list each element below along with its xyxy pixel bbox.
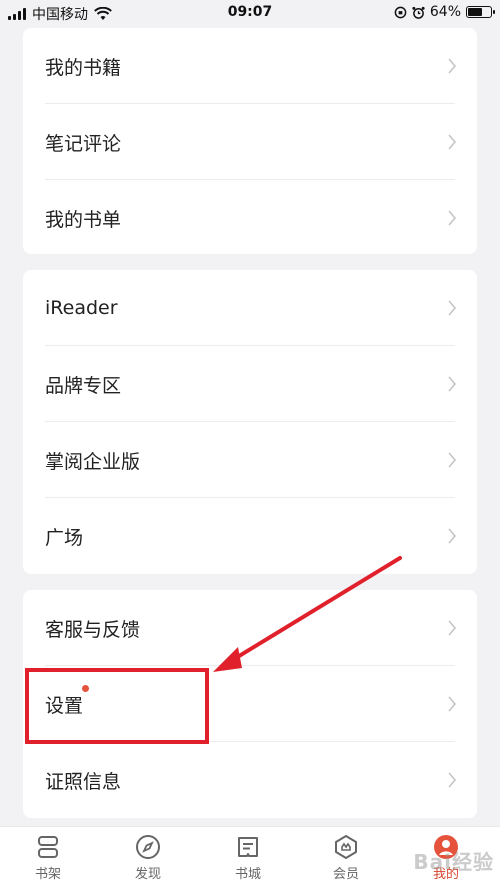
menu-item-square[interactable]: 广场 [23, 498, 477, 574]
status-bar: 中国移动 09:07 64% [0, 0, 500, 26]
battery-icon [466, 6, 495, 18]
tab-label: 书架 [34, 867, 61, 882]
chevron-right-icon [448, 696, 457, 712]
menu-item-label: 笔记评论 [45, 132, 122, 155]
menu-item-license-info[interactable]: 证照信息 [23, 742, 477, 818]
menu-item-label: 我的书单 [45, 208, 122, 231]
menu-item-support-feedback[interactable]: 客服与反馈 [23, 590, 477, 666]
chevron-right-icon [448, 58, 457, 74]
menu-item-label: 广场 [45, 526, 84, 549]
tab-label: 发现 [134, 867, 161, 882]
menu-item-label: 我的书籍 [45, 56, 122, 79]
menu-item-label: iReader [45, 297, 118, 319]
menu-item-enterprise[interactable]: 掌阅企业版 [23, 422, 477, 498]
chevron-right-icon [448, 134, 457, 150]
menu-item-label: 掌阅企业版 [45, 450, 141, 473]
chevron-right-icon [448, 620, 457, 636]
status-right: 64% [394, 4, 495, 20]
chevron-right-icon [448, 210, 457, 226]
bookshelf-icon [38, 836, 58, 858]
tab-label: 会员 [332, 867, 359, 882]
annotation-highlight-box [25, 668, 209, 744]
chevron-right-icon [448, 300, 457, 316]
menu-item-label: 品牌专区 [45, 374, 122, 397]
menu-item-notes-comments[interactable]: 笔记评论 [23, 104, 477, 180]
tab-bookstore[interactable]: 书城 [218, 833, 278, 882]
tab-member[interactable]: 会员 [316, 833, 376, 882]
tab-bookshelf[interactable]: 书架 [18, 833, 78, 882]
chevron-right-icon [448, 528, 457, 544]
menu-item-ireader[interactable]: iReader [23, 270, 477, 346]
tab-label: 书城 [234, 867, 261, 882]
menu-item-my-booklists[interactable]: 我的书单 [23, 180, 477, 256]
battery-percent: 64% [429, 4, 461, 20]
watermark: Bai经验 [413, 850, 494, 874]
member-icon [335, 835, 357, 859]
menu-item-my-books[interactable]: 我的书籍 [23, 28, 477, 104]
menu-card-services: iReader 品牌专区 掌阅企业版 广场 [23, 270, 477, 574]
alarm-icon [412, 6, 425, 19]
chevron-right-icon [448, 452, 457, 468]
menu-item-label: 证照信息 [45, 770, 122, 793]
orientation-lock-icon [394, 6, 407, 18]
chevron-right-icon [448, 772, 457, 788]
menu-item-label: 客服与反馈 [45, 618, 141, 641]
chevron-right-icon [448, 376, 457, 392]
compass-icon [136, 835, 160, 859]
menu-card-content: 我的书籍 笔记评论 我的书单 [23, 28, 477, 254]
tab-discover[interactable]: 发现 [118, 833, 178, 882]
menu-item-brand-zone[interactable]: 品牌专区 [23, 346, 477, 422]
bookstore-icon [238, 837, 258, 857]
